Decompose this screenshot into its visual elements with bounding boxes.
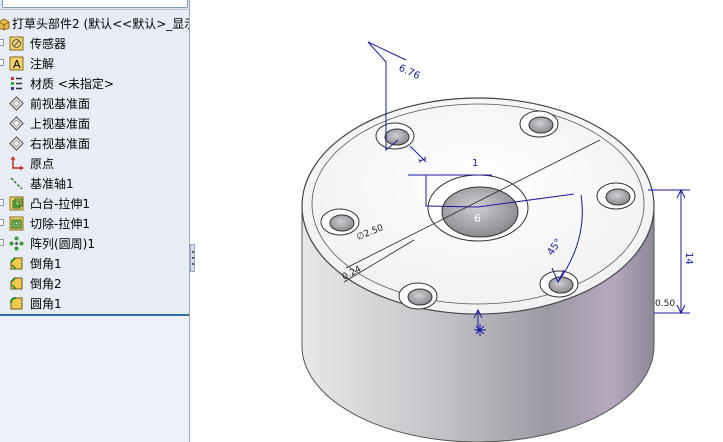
tree-item-sensors[interactable]: 传感器 (0, 33, 189, 53)
expand-toggle[interactable] (0, 239, 4, 246)
expand-toggle[interactable] (0, 219, 4, 226)
tree-item-label: 原点 (30, 157, 55, 171)
cut-extrude-icon (9, 216, 24, 231)
tree-item-annotations[interactable]: A 注解 (0, 53, 189, 73)
tree-item-boss-extrude1[interactable]: 凸台-拉伸1 (0, 193, 189, 213)
tree-filter-bar (0, 0, 189, 10)
tree-item-label: 前视基准面 (30, 97, 91, 111)
origin-icon (9, 156, 24, 171)
tree-item-label: 阵列(圆周)1 (30, 237, 95, 251)
tree-item-label: 圆角1 (30, 297, 62, 311)
plane-icon (9, 116, 24, 131)
tree-item-label: 切除-拉伸1 (30, 217, 90, 231)
bolt-hole[interactable] (320, 208, 360, 236)
plane-icon (9, 96, 24, 111)
tree-root-part[interactable]: 打草头部件2 (默认<<默认>_显示 (0, 13, 190, 33)
part-model-view[interactable]: 6.76 1 1 ∅2.50 6 45° 14 0.24 0.50 (196, 0, 723, 442)
tree-item-right-plane[interactable]: 右视基准面 (0, 133, 189, 153)
feature-tree-list: 打草头部件2 (默认<<默认>_显示 传感器 A 注解 材质 <未指定> 前视基… (0, 13, 190, 313)
dim-offset[interactable]: 1 (472, 158, 478, 169)
tree-item-fillet1[interactable]: 圆角1 (0, 293, 189, 313)
tree-filter-input[interactable] (2, 0, 188, 8)
part-icon (0, 16, 11, 31)
tree-item-chamfer2[interactable]: 倒角2 (0, 273, 189, 293)
tree-item-cut-extrude1[interactable]: 切除-拉伸1 (0, 213, 189, 233)
expand-toggle[interactable] (0, 39, 4, 46)
tree-item-label: 基准轴1 (30, 177, 74, 191)
bolt-hole[interactable] (519, 110, 559, 138)
bolt-hole[interactable] (539, 270, 579, 298)
circular-pattern-icon (9, 236, 24, 251)
tree-item-label: 传感器 (30, 37, 67, 51)
graphics-viewport[interactable]: 6.76 1 1 ∅2.50 6 45° 14 0.24 0.50 (196, 0, 723, 442)
dim-center-hole[interactable]: 6 (474, 212, 481, 225)
center-hole[interactable] (427, 174, 529, 242)
plane-icon (9, 136, 24, 151)
dim-height[interactable]: 14 (683, 252, 694, 265)
tree-item-origin[interactable]: 原点 (0, 153, 189, 173)
tree-item-axis1[interactable]: 基准轴1 (0, 173, 189, 193)
chamfer-icon (9, 276, 24, 291)
tree-root-label: 打草头部件2 (默认<<默认>_显示 (12, 17, 190, 31)
panel-splitter-handle[interactable] (190, 244, 195, 272)
fillet-icon (9, 296, 24, 311)
material-icon (9, 76, 24, 91)
tree-item-circular-pattern1[interactable]: 阵列(圆周)1 (0, 233, 189, 253)
bolt-hole[interactable] (375, 122, 415, 150)
tree-item-label: 倒角2 (30, 277, 62, 291)
sensor-icon (9, 36, 24, 51)
tree-item-top-plane[interactable]: 上视基准面 (0, 113, 189, 133)
tree-item-label: 注解 (30, 57, 55, 71)
feature-manager-tree: 打草头部件2 (默认<<默认>_显示 传感器 A 注解 材质 <未指定> 前视基… (0, 0, 190, 442)
dim-fillet[interactable]: 0.50 (655, 299, 675, 309)
tree-item-chamfer1[interactable]: 倒角1 (0, 253, 189, 273)
svg-text:A: A (13, 58, 21, 71)
tree-item-label: 凸台-拉伸1 (30, 197, 90, 211)
tree-item-label: 材质 <未指定> (30, 77, 114, 91)
tree-item-front-plane[interactable]: 前视基准面 (0, 93, 189, 113)
chamfer-icon (9, 256, 24, 271)
tree-item-material[interactable]: 材质 <未指定> (0, 73, 189, 93)
annotation-icon: A (9, 56, 24, 71)
expand-toggle[interactable] (0, 199, 4, 206)
tree-item-label: 倒角1 (30, 257, 62, 271)
boss-extrude-icon (9, 196, 24, 211)
bolt-hole[interactable] (398, 282, 438, 310)
tree-empty-area (0, 314, 189, 442)
tree-item-label: 右视基准面 (30, 137, 91, 151)
bolt-hole[interactable] (596, 182, 636, 210)
dim-hole-small[interactable]: 6.76 (397, 63, 422, 82)
axis-icon (9, 176, 24, 191)
tree-item-label: 上视基准面 (30, 117, 91, 131)
expand-toggle[interactable] (0, 59, 4, 66)
